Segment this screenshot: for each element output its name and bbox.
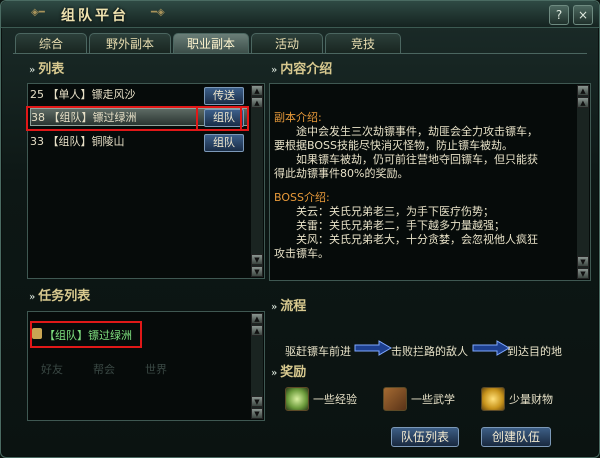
teleport-button[interactable]: 传送: [204, 87, 244, 105]
flow-step: 击败拦路的敌人: [391, 345, 468, 358]
boss-intro-line: 关雷：关氏兄弟老二，手下越多力量越强；: [296, 219, 505, 232]
intro-scrollbar[interactable]: ▲ ▲ ▼ ▼: [577, 85, 589, 279]
double-chevron-icon: »: [271, 368, 278, 379]
reward-label: 少量财物: [509, 393, 553, 406]
list-item-level: 33: [30, 135, 44, 148]
gold-coins-icon: [481, 387, 505, 411]
boss-intro-line: 关云：关氏兄弟老三，为手下医疗伤势；: [296, 205, 494, 218]
dungeon-intro-label: 副本介绍:: [274, 111, 322, 124]
boss-intro-label: BOSS介绍:: [274, 191, 330, 204]
join-team-button[interactable]: 组队: [204, 134, 244, 152]
scroll-up-icon[interactable]: ▲: [251, 97, 263, 108]
list-scrollbar[interactable]: ▲ ▲ ▼ ▼: [251, 85, 263, 277]
intro-heading: » 内容介绍: [271, 62, 333, 77]
scroll-down-icon[interactable]: ▼: [251, 396, 263, 407]
scroll-down-icon[interactable]: ▼: [577, 256, 589, 267]
join-button-highlight-box: [196, 106, 242, 131]
dungeon-intro-line: 如果镖车被劫，仍可前往营地夺回镖车，但只能获: [296, 153, 538, 166]
scroll-bottom-icon[interactable]: ▼: [251, 408, 263, 419]
list-item-label: 【单人】镖走风沙: [47, 88, 136, 101]
intro-panel: 副本介绍: 途中会发生三次劫镖事件，劫匪会全力攻击镖车， 要根据BOSS技能尽快…: [269, 83, 591, 281]
ghost-chat-tab: 世界: [145, 363, 167, 376]
scroll-up-icon[interactable]: ▲: [251, 325, 263, 336]
tab-general[interactable]: 综合: [15, 33, 87, 54]
reward-heading: » 奖励: [271, 365, 307, 380]
dungeon-intro-line: 途中会发生三次劫镖事件，劫匪会全力攻击镖车，: [296, 125, 538, 138]
experience-orb-icon: [285, 387, 309, 411]
title-ornament-left-icon: ◈━: [31, 7, 45, 18]
list-item-level: 25: [30, 88, 44, 101]
team-platform-window: ◈━ 组队平台 ━◈ ? × 综合 野外副本 职业副本 活动 竞技 » 列表 25…: [0, 0, 600, 458]
list-heading: » 列表: [29, 62, 65, 77]
flow-arrow-icon: [354, 340, 392, 356]
scroll-down-icon[interactable]: ▼: [251, 254, 263, 265]
tab-class-dungeon[interactable]: 职业副本: [173, 33, 249, 54]
dungeon-intro-line: 要根据BOSS技能尽快消灭怪物，防止镖车被劫。: [274, 139, 513, 152]
scroll-top-icon[interactable]: ▲: [251, 85, 263, 96]
double-chevron-icon: »: [29, 292, 36, 303]
title-ornament-right-icon: ━◈: [151, 7, 165, 18]
reward-label: 一些武学: [411, 393, 455, 406]
task-list-heading: » 任务列表: [29, 289, 91, 304]
scroll-bottom-icon[interactable]: ▼: [251, 266, 263, 277]
reward-label: 一些经验: [313, 393, 357, 406]
task-highlight-box: [30, 321, 142, 348]
tab-arena[interactable]: 竞技: [325, 33, 401, 54]
scroll-bottom-icon[interactable]: ▼: [577, 268, 589, 279]
title-bar[interactable]: ◈━ 组队平台 ━◈ ? ×: [1, 1, 599, 28]
ghost-chat-tab: 帮会: [93, 363, 115, 376]
scroll-top-icon[interactable]: ▲: [577, 85, 589, 96]
scroll-top-icon[interactable]: ▲: [251, 313, 263, 324]
double-chevron-icon: »: [29, 65, 36, 76]
window-title: 组队平台: [61, 8, 129, 24]
boss-intro-line: 攻击镖车。: [274, 247, 329, 260]
list-item-label: 【组队】铜陵山: [47, 135, 125, 148]
flow-heading: » 流程: [271, 299, 307, 314]
tab-divider: [13, 53, 587, 54]
flow-step: 到达目的地: [507, 345, 562, 358]
team-list-button[interactable]: 队伍列表: [391, 427, 459, 447]
flow-step: 驱赶镖车前进: [285, 345, 351, 358]
ghost-chat-tab: 好友: [41, 363, 63, 376]
close-button[interactable]: ×: [573, 5, 593, 25]
flow-arrow-icon: [472, 340, 510, 356]
help-button[interactable]: ?: [549, 5, 569, 25]
tab-activity[interactable]: 活动: [251, 33, 323, 54]
task-scrollbar[interactable]: ▲ ▲ ▼ ▼: [251, 313, 263, 419]
dungeon-intro-line: 得此劫镖事件80%的奖励。: [274, 167, 409, 180]
create-team-button[interactable]: 创建队伍: [481, 427, 551, 447]
boss-intro-line: 关风：关氏兄弟老大，十分贪婪，会忽视他人疯狂: [296, 233, 538, 246]
scroll-up-icon[interactable]: ▲: [577, 97, 589, 108]
double-chevron-icon: »: [271, 65, 278, 76]
martial-scroll-icon: [383, 387, 407, 411]
double-chevron-icon: »: [271, 302, 278, 313]
tab-field-dungeon[interactable]: 野外副本: [89, 33, 171, 54]
